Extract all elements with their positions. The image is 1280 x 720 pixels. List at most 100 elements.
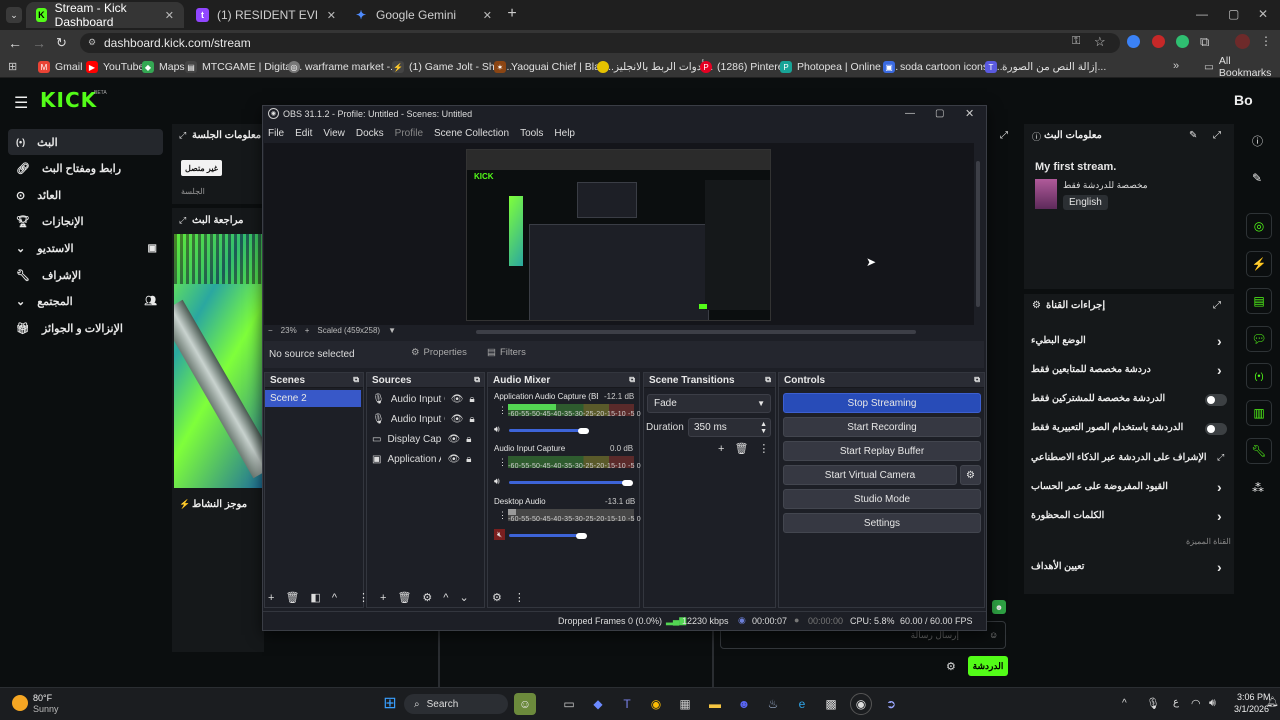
back-icon[interactable]: ← [8, 35, 22, 51]
chevron-right-icon[interactable]: › [1217, 362, 1222, 378]
studio-mode-button[interactable]: Studio Mode [783, 489, 981, 509]
nav-stream-key[interactable]: 🔗︎ رابط ومفتاح البث [8, 155, 163, 181]
lock-icon[interactable]: 🔒︎ [469, 394, 474, 405]
more-icon[interactable]: ⋮ [514, 591, 525, 604]
bookmark-text-removal[interactable]: T إزالة النص من الصورة... [985, 58, 1106, 76]
emote-icon[interactable]: ☻ [992, 600, 1006, 614]
chevron-right-icon[interactable]: › [1217, 508, 1222, 524]
reload-icon[interactable]: ↻ [56, 35, 67, 51]
chevron-down-icon[interactable]: ▼ [388, 326, 396, 335]
windows-start-icon[interactable]: ⊞ [379, 692, 401, 714]
close-icon[interactable]: ✕ [965, 107, 974, 120]
hamburger-menu-icon[interactable]: ☰ [14, 93, 28, 113]
source-item[interactable]: ▭Display Captu👁︎🔒︎ [372, 434, 471, 445]
wrench-icon[interactable]: 🔧︎ [1246, 438, 1272, 464]
tab-gemini[interactable]: ✦ Google Gemini ✕ [344, 2, 502, 28]
zoom-in-icon[interactable]: + [305, 326, 310, 335]
settings-button[interactable]: Settings [783, 513, 981, 533]
speaker-icon[interactable]: 🔊︎ [494, 476, 500, 487]
volume-slider[interactable] [509, 534, 584, 537]
expand-icon[interactable]: ⤢ [1213, 130, 1221, 141]
file-explorer-icon[interactable]: ▬ [704, 693, 726, 715]
bookmark-yaoguai[interactable]: ✶ Yaoguai Chief | Blac... [494, 58, 614, 76]
chrome-menu-icon[interactable]: ⋮ [1260, 34, 1272, 48]
edge-icon[interactable]: e [791, 693, 813, 715]
chevron-up-icon[interactable]: ^ [1122, 698, 1127, 709]
microphone-icon[interactable]: 🎙︎ [1146, 697, 1160, 710]
bookmark-photopea[interactable]: P Photopea | Online P... [780, 58, 898, 76]
minimize-icon[interactable]: — [1196, 7, 1208, 21]
discord-icon[interactable]: ☻ [733, 693, 755, 715]
bookmark-star-icon[interactable]: ☆ [1094, 34, 1106, 50]
add-icon[interactable]: + [718, 443, 724, 455]
external-link-icon[interactable]: ⤢ [1217, 452, 1224, 463]
store-icon[interactable]: ▦ [674, 693, 696, 715]
virtual-camera-settings-button[interactable]: ⚙ [960, 465, 981, 485]
scan-icon[interactable]: ◎ [1246, 213, 1272, 239]
expand-icon[interactable]: ⤢ [1213, 300, 1221, 311]
chrome-icon[interactable]: ◉ [645, 693, 667, 715]
trash-icon[interactable]: 🗑︎ [397, 591, 411, 604]
taskbar-search[interactable]: ⌕ Search [404, 694, 508, 714]
task-view-icon[interactable]: ▭ [558, 693, 580, 715]
menu-docks[interactable]: Docks [356, 128, 384, 139]
bookmark-mtcgame[interactable]: ▤ MTCGAME | Digital... [185, 58, 302, 76]
chat-send-button[interactable]: الدردشة [968, 656, 1008, 676]
maximize-icon[interactable]: ▢ [1228, 7, 1239, 21]
source-item[interactable]: 🎙︎Audio Input C👁︎🔒︎ [372, 394, 475, 405]
menu-scene-collection[interactable]: Scene Collection [434, 128, 509, 139]
trash-icon[interactable]: 🗑︎ [285, 591, 299, 604]
volume-slider[interactable] [509, 429, 589, 432]
nav-moderation[interactable]: 🔧︎ الإشراف [8, 262, 163, 288]
info-icon[interactable]: ⓘ [1252, 133, 1263, 149]
minimize-icon[interactable]: — [905, 108, 915, 119]
transition-select[interactable]: Fade ▼ [647, 394, 771, 413]
eye-icon[interactable]: 👁︎ [451, 414, 464, 425]
tab-twitch[interactable]: t (1) RESIDENT EVIL: requiem - Tw ✕ [186, 2, 346, 28]
more-icon[interactable]: ⋮ [758, 442, 769, 455]
stop-streaming-button[interactable]: Stop Streaming [783, 393, 981, 413]
bookmark-pinterest[interactable]: P (1286) Pinterest [700, 58, 792, 76]
more-icon[interactable]: ⋮ [498, 457, 507, 468]
bookmark-maps[interactable]: ◆ Maps [142, 58, 185, 76]
volume-slider[interactable] [509, 481, 627, 484]
close-icon[interactable]: ✕ [165, 9, 174, 22]
all-bookmarks-folder[interactable]: ▭ All Bookmarks [1204, 55, 1280, 79]
nav-stream[interactable]: (•) البث [8, 129, 163, 155]
teams-icon[interactable]: T [616, 693, 638, 715]
extension-icon[interactable] [1176, 35, 1189, 48]
tab-kick-dashboard[interactable]: K Stream - Kick Dashboard ✕ [26, 1, 184, 29]
apps-grid-icon[interactable]: ⊞ [8, 60, 17, 73]
nav-achievements[interactable]: 🏆︎ الإنجازات [8, 208, 163, 234]
menu-file[interactable]: File [268, 128, 284, 139]
avatar[interactable]: Bo [1234, 92, 1253, 108]
wifi-icon[interactable]: ◠ [1191, 697, 1201, 710]
nav-drops[interactable]: 🎁︎ الإنزالات و الجوائز [8, 315, 163, 341]
obs-taskbar-icon[interactable]: ◉ [850, 693, 872, 715]
forward-icon[interactable]: → [32, 35, 46, 51]
lock-icon[interactable]: 🔒︎ [466, 434, 471, 445]
eye-icon[interactable]: 👁︎ [447, 454, 460, 465]
expand-icon[interactable]: ⤢ [179, 215, 186, 226]
start-replay-buffer-button[interactable]: Start Replay Buffer [783, 441, 981, 461]
more-bookmarks-icon[interactable]: » [1173, 60, 1179, 72]
menu-view[interactable]: View [323, 128, 345, 139]
new-tab-icon[interactable]: + [504, 5, 520, 22]
filters-button[interactable]: ▤ Filters [487, 347, 526, 358]
nodes-icon[interactable]: ⁂ [1252, 481, 1264, 495]
tab-search-icon[interactable]: ⌄ [6, 7, 22, 23]
sun-weather-icon[interactable] [12, 695, 28, 711]
extensions-puzzle-icon[interactable]: ⧉ [1200, 34, 1209, 50]
expand-icon[interactable]: ⤢ [179, 130, 186, 141]
gear-icon[interactable]: ⚙ [946, 660, 956, 673]
more-icon[interactable]: ⋮ [498, 510, 507, 521]
nav-community[interactable]: ⌄ المجتمع 👥︎ [8, 288, 163, 314]
chevron-down-icon[interactable]: ⌄ [459, 591, 468, 604]
gear-icon[interactable]: ⚙ [422, 591, 432, 604]
bookmark-youtube[interactable]: ▶ YouTube [86, 58, 144, 76]
duration-input[interactable]: 350 ms ▲ ▼ [688, 418, 771, 437]
more-icon[interactable]: ⋮ [498, 405, 507, 416]
menu-profile[interactable]: Profile [395, 128, 423, 139]
chevron-right-icon[interactable]: › [1217, 559, 1222, 575]
bookmark-warframe[interactable]: ◎ warframe market -... [288, 58, 399, 76]
